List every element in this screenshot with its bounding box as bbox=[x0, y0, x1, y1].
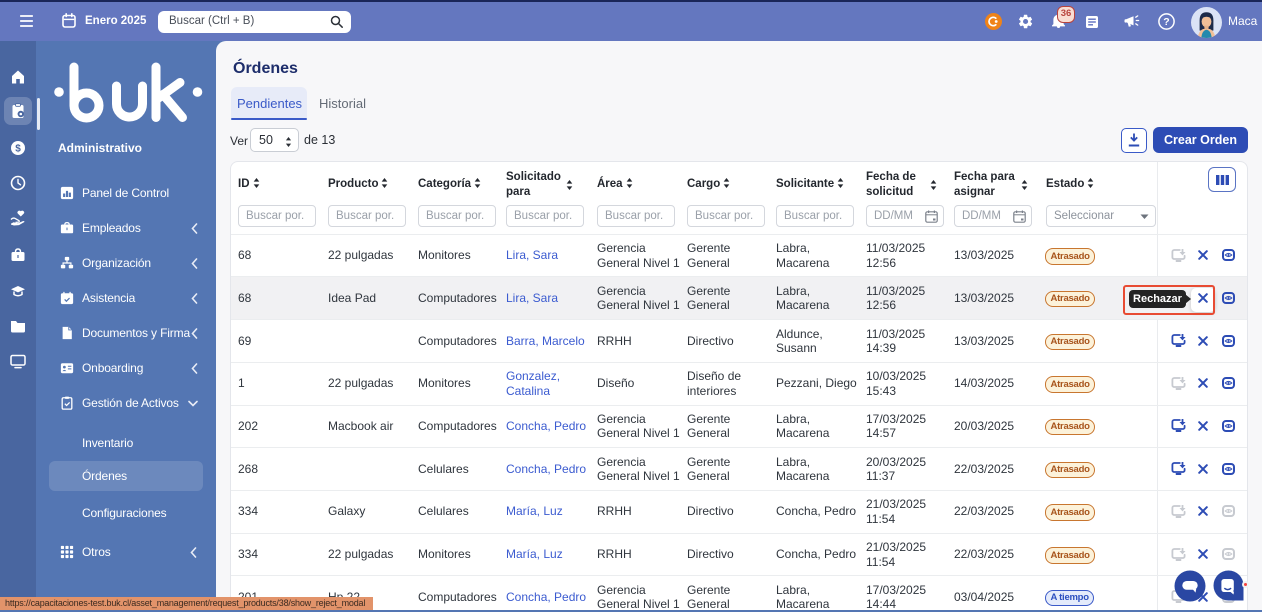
svg-text:?: ? bbox=[1163, 16, 1169, 28]
svg-text:$: $ bbox=[15, 144, 21, 155]
